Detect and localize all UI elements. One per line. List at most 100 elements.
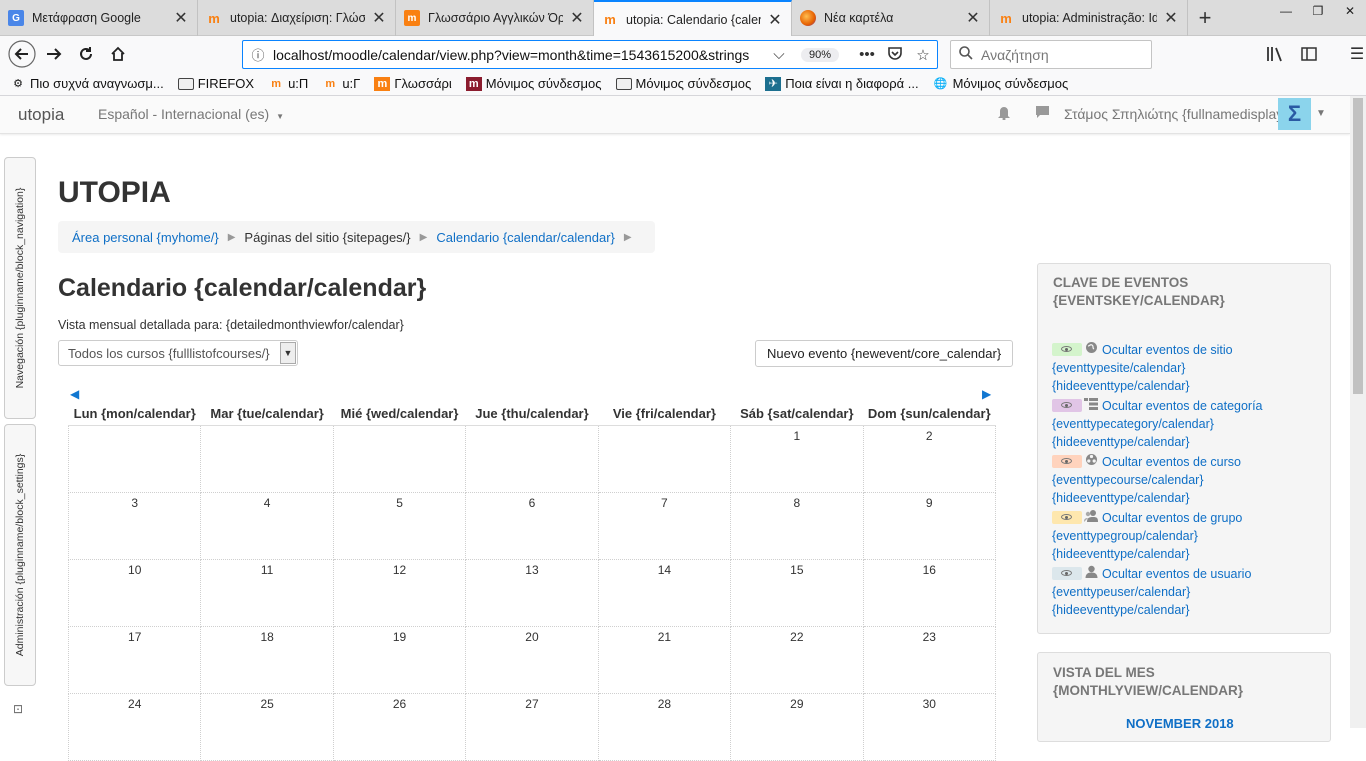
calendar-day-cell[interactable]: 18 <box>200 625 334 694</box>
calendar-day-cell[interactable]: 9 <box>862 491 997 560</box>
calendar-day-cell[interactable]: 17 <box>67 625 202 694</box>
breadcrumb-home[interactable]: Área personal {myhome/} <box>72 230 219 245</box>
bookmark-ug[interactable]: m u:Γ <box>322 76 360 91</box>
bookmark-permalink-2[interactable]: Μόνιμος σύνδεσμος <box>615 76 752 91</box>
calendar-day-cell[interactable]: 24 <box>67 692 202 761</box>
calendar-day-cell[interactable]: 8 <box>730 491 864 560</box>
close-tab-icon[interactable]: ✕ <box>1163 8 1179 28</box>
bookmark-most-visited[interactable]: ⚙ Πιο συχνά αναγνωσμ... <box>10 76 164 91</box>
bookmark-difference[interactable]: ✈ Ποια είναι η διαφορά ... <box>765 76 919 91</box>
search-box[interactable]: Αναζήτηση <box>950 40 1152 69</box>
library-icon[interactable] <box>1258 40 1292 68</box>
calendar-day-cell[interactable]: 4 <box>200 491 334 560</box>
messages-icon[interactable] <box>1023 105 1061 124</box>
calendar-day-cell[interactable]: 11 <box>200 558 334 627</box>
breadcrumb-separator-icon: ▶ <box>227 231 236 243</box>
dock-toggle-icon[interactable]: ⊡ <box>13 702 23 716</box>
menu-icon[interactable]: ☰ <box>1340 40 1366 68</box>
close-window-icon[interactable]: ✕ <box>1334 0 1366 22</box>
chevron-down-icon[interactable]: ⌵ <box>765 46 793 63</box>
calendar-day-cell[interactable]: 29 <box>730 692 864 761</box>
zoom-level[interactable]: 90% <box>800 47 839 62</box>
minimize-icon[interactable]: — <box>1270 0 1302 22</box>
calendar-day-cell[interactable]: 27 <box>465 692 599 761</box>
previous-month-icon[interactable]: ◀ <box>70 387 79 401</box>
navigation-block-tab[interactable]: Navegación {pluginname/block_navigation} <box>4 157 36 419</box>
calendar-day-cell[interactable]: 20 <box>465 625 599 694</box>
tab-title: Γλωσσάριο Αγγλικών Όρ <box>428 11 563 25</box>
calendar-day-cell[interactable]: 15 <box>730 558 864 627</box>
category-icon <box>1084 397 1098 415</box>
bookmark-star-icon[interactable]: ☆ <box>909 46 937 64</box>
calendar-day-cell[interactable]: 23 <box>862 625 997 694</box>
bookmark-up[interactable]: m u:Π <box>268 76 308 91</box>
user-avatar[interactable]: Σ <box>1278 98 1311 130</box>
calendar-day-cell[interactable]: 7 <box>597 491 732 560</box>
course-select[interactable]: Todos los cursos {fulllistofcourses/} ▼ <box>58 340 298 366</box>
calendar-day-cell[interactable]: 16 <box>862 558 997 627</box>
forward-button[interactable] <box>38 38 70 70</box>
calendar-day-cell[interactable]: 5 <box>332 491 467 560</box>
page-scrollbar[interactable] <box>1350 96 1366 728</box>
calendar-day-cell[interactable]: 28 <box>597 692 732 761</box>
reload-button[interactable] <box>70 38 102 70</box>
bookmarks-bar: ⚙ Πιο συχνά αναγνωσμ... FIREFOX m u:Π m … <box>0 72 1366 96</box>
calendar-day-cell[interactable]: 21 <box>597 625 732 694</box>
chevron-down-icon[interactable]: ▼ <box>280 342 296 364</box>
close-tab-icon[interactable]: ✕ <box>173 8 189 28</box>
home-button[interactable] <box>102 38 134 70</box>
new-event-button[interactable]: Nuevo evento {newevent/core_calendar} <box>755 340 1014 367</box>
browser-tab-utopia-admin-pt[interactable]: m utopia: Administração: Idi ✕ <box>990 0 1188 36</box>
monthly-view-month-link[interactable]: NOVEMBER 2018 <box>1126 716 1234 731</box>
language-menu[interactable]: Español - Internacional (es) ▼ <box>98 106 284 122</box>
user-fullname[interactable]: Στάμος Σπηλιώτης {fullnamedisplay/} <box>1064 106 1292 122</box>
close-tab-icon[interactable]: ✕ <box>371 8 387 28</box>
bookmark-permalink-3[interactable]: 🌐 Μόνιμος σύνδεσμος <box>933 76 1069 91</box>
calendar-day-cell[interactable]: 2 <box>862 424 997 493</box>
url-text[interactable]: localhost/moodle/calendar/view.php?view=… <box>273 47 765 63</box>
user-menu-caret-icon[interactable]: ▼ <box>1316 108 1326 119</box>
calendar-day-cell[interactable]: 25 <box>200 692 334 761</box>
more-actions-icon[interactable]: ••• <box>853 46 881 63</box>
calendar-day-cell[interactable]: 6 <box>465 491 599 560</box>
site-info-icon[interactable]: ⓘ <box>243 45 273 64</box>
moodle-icon: m <box>604 12 616 27</box>
calendar-day-cell[interactable]: 26 <box>332 692 467 761</box>
calendar-day-cell[interactable]: 12 <box>332 558 467 627</box>
event-color-swatch <box>1052 343 1082 356</box>
calendar-day-cell[interactable]: 1 <box>730 424 864 493</box>
bookmark-permalink-1[interactable]: m Μόνιμος σύνδεσμος <box>465 76 602 91</box>
calendar-day-cell[interactable]: 22 <box>730 625 864 694</box>
breadcrumb-calendar[interactable]: Calendario {calendar/calendar} <box>436 230 615 245</box>
sidebar-toggle-icon[interactable] <box>1292 40 1326 68</box>
url-bar[interactable]: ⓘ localhost/moodle/calendar/view.php?vie… <box>242 40 938 69</box>
browser-tab-google-translate[interactable]: G Μετάφραση Google ✕ <box>0 0 198 36</box>
event-type-row: Ocultar eventos de sitio {eventtypesite/c… <box>1052 341 1322 395</box>
restore-icon[interactable]: ❐ <box>1302 0 1334 22</box>
back-button[interactable] <box>6 38 38 70</box>
browser-tab-calendar[interactable]: m utopia: Calendario {calenc ✕ <box>594 0 792 37</box>
calendar-day-cell[interactable]: 19 <box>332 625 467 694</box>
next-month-icon[interactable]: ▶ <box>982 387 991 401</box>
moodle-square-icon: m <box>404 10 420 26</box>
calendar-day-cell[interactable]: 14 <box>597 558 732 627</box>
administration-block-tab[interactable]: Administración {pluginname/block_setting… <box>4 424 36 686</box>
calendar-day-cell[interactable]: 13 <box>465 558 599 627</box>
close-tab-icon[interactable]: ✕ <box>965 8 981 28</box>
bookmark-label: Μόνιμος σύνδεσμος <box>635 76 752 91</box>
bookmark-firefox-folder[interactable]: FIREFOX <box>177 76 254 91</box>
close-tab-icon[interactable]: ✕ <box>569 8 585 28</box>
new-tab-button[interactable]: + <box>1188 0 1222 36</box>
calendar-day-cell[interactable]: 10 <box>67 558 202 627</box>
close-tab-icon[interactable]: ✕ <box>767 10 783 30</box>
pocket-icon[interactable] <box>881 45 909 65</box>
bookmark-glossary[interactable]: m Γλωσσάρι <box>374 76 452 91</box>
scrollbar-thumb[interactable] <box>1353 98 1363 394</box>
calendar-day-cell[interactable]: 30 <box>862 692 997 761</box>
calendar-day-cell[interactable]: 3 <box>67 491 202 560</box>
browser-tab-new-tab[interactable]: Νέα καρτέλα ✕ <box>792 0 990 36</box>
notifications-bell-icon[interactable] <box>985 105 1023 124</box>
browser-tab-glossary[interactable]: m Γλωσσάριο Αγγλικών Όρ ✕ <box>396 0 594 36</box>
browser-tab-utopia-admin[interactable]: m utopia: Διαχείριση: Γλώσσ ✕ <box>198 0 396 36</box>
site-brand[interactable]: utopia <box>18 105 64 125</box>
